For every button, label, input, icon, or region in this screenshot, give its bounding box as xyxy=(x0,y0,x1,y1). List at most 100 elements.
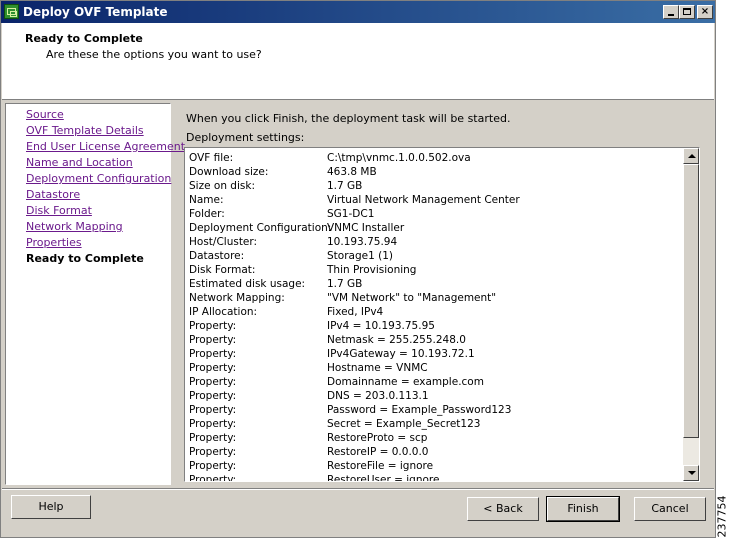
step-name-and-location[interactable]: Name and Location xyxy=(26,156,133,169)
setting-key: Network Mapping: xyxy=(189,292,285,304)
settings-row: Folder: SG1-DC1 xyxy=(189,207,681,221)
settings-row: Property: DNS = 203.0.113.1 xyxy=(189,389,681,403)
setting-key: Property: xyxy=(189,474,237,481)
setting-key: Datastore: xyxy=(189,250,245,262)
scroll-thumb[interactable] xyxy=(683,164,699,438)
setting-value: Hostname = VNMC xyxy=(327,362,428,374)
setting-key: Property: xyxy=(189,320,237,332)
settings-row: Property: IPv4 = 10.193.75.95 xyxy=(189,319,681,333)
setting-key: Estimated disk usage: xyxy=(189,278,306,290)
settings-row: Property: Password = Example_Password123 xyxy=(189,403,681,417)
settings-row: Property: RestoreIP = 0.0.0.0 xyxy=(189,445,681,459)
step-datastore[interactable]: Datastore xyxy=(26,188,80,201)
arrow-up-icon xyxy=(688,154,696,158)
step-ready-to-complete: Ready to Complete xyxy=(26,252,144,265)
setting-value: Secret = Example_Secret123 xyxy=(327,418,481,430)
step-source[interactable]: Source xyxy=(26,108,64,121)
setting-value: SG1-DC1 xyxy=(327,208,375,220)
setting-value: Password = Example_Password123 xyxy=(327,404,512,416)
settings-row: Property: Hostname = VNMC xyxy=(189,361,681,375)
vsphere-app-icon xyxy=(4,4,19,19)
settings-row: Download size: 463.8 MB xyxy=(189,165,681,179)
close-button[interactable]: × xyxy=(697,5,713,19)
settings-row: Name: Virtual Network Management Center xyxy=(189,193,681,207)
settings-row: Host/Cluster: 10.193.75.94 xyxy=(189,235,681,249)
setting-value: Virtual Network Management Center xyxy=(327,194,520,206)
page-title: Ready to Complete xyxy=(25,32,143,45)
setting-value: DNS = 203.0.113.1 xyxy=(327,390,429,402)
step-network-mapping[interactable]: Network Mapping xyxy=(26,220,123,233)
setting-key: Download size: xyxy=(189,166,269,178)
settings-rows: OVF file: C:\tmp\vnmc.1.0.0.502.ova Downlo… xyxy=(189,151,681,481)
setting-value: IPv4Gateway = 10.193.72.1 xyxy=(327,348,475,360)
settings-row: Disk Format: Thin Provisioning xyxy=(189,263,681,277)
minimize-icon xyxy=(668,14,674,16)
setting-key: Size on disk: xyxy=(189,180,255,192)
setting-key: Disk Format: xyxy=(189,264,256,276)
setting-key: Property: xyxy=(189,334,237,346)
back-button[interactable]: < Back xyxy=(467,497,539,521)
settings-row: OVF file: C:\tmp\vnmc.1.0.0.502.ova xyxy=(189,151,681,165)
setting-value: "VM Network" to "Management" xyxy=(327,292,497,304)
setting-key: Property: xyxy=(189,362,237,374)
scroll-up-button[interactable] xyxy=(683,148,699,164)
setting-value: 1.7 GB xyxy=(327,180,363,192)
setting-key: Property: xyxy=(189,418,237,430)
setting-value: 10.193.75.94 xyxy=(327,236,398,248)
setting-key: Name: xyxy=(189,194,224,206)
step-eula[interactable]: End User License Agreement xyxy=(26,140,185,153)
maximize-button[interactable] xyxy=(679,5,695,19)
finish-button[interactable]: Finish xyxy=(546,496,620,522)
vertical-scrollbar[interactable] xyxy=(683,148,699,481)
page-subtitle: Are these the options you want to use? xyxy=(46,48,262,61)
settings-row: Network Mapping: "VM Network" to "Managem… xyxy=(189,291,681,305)
close-icon: × xyxy=(700,6,710,17)
setting-value: Thin Provisioning xyxy=(327,264,417,276)
setting-key: Property: xyxy=(189,390,237,402)
setting-value: Domainname = example.com xyxy=(327,376,484,388)
settings-row: Property: Secret = Example_Secret123 xyxy=(189,417,681,431)
setting-value: Storage1 (1) xyxy=(327,250,393,262)
settings-row: Deployment Configuration: VNMC Installer xyxy=(189,221,681,235)
setting-key: Property: xyxy=(189,404,237,416)
step-ovf-template-details[interactable]: OVF Template Details xyxy=(26,124,144,137)
settings-row: Property: IPv4Gateway = 10.193.72.1 xyxy=(189,347,681,361)
settings-row: Size on disk: 1.7 GB xyxy=(189,179,681,193)
settings-row: Property: RestoreFile = ignore xyxy=(189,459,681,473)
setting-value: Netmask = 255.255.248.0 xyxy=(327,334,466,346)
setting-value: 463.8 MB xyxy=(327,166,377,178)
title-bar[interactable]: Deploy OVF Template × xyxy=(1,1,715,23)
cancel-button[interactable]: Cancel xyxy=(634,497,706,521)
footer-divider xyxy=(2,488,714,490)
settings-row: Estimated disk usage: 1.7 GB xyxy=(189,277,681,291)
setting-value: RestoreProto = scp xyxy=(327,432,428,444)
setting-key: Host/Cluster: xyxy=(189,236,258,248)
setting-value: VNMC Installer xyxy=(327,222,405,234)
step-deployment-configuration[interactable]: Deployment Configuration xyxy=(26,172,171,185)
settings-row: Property: Netmask = 255.255.248.0 xyxy=(189,333,681,347)
setting-key: Property: xyxy=(189,348,237,360)
step-properties[interactable]: Properties xyxy=(26,236,82,249)
setting-key: Deployment Configuration: xyxy=(189,222,332,234)
setting-value: RestoreUser = ignore xyxy=(327,474,440,481)
deployment-settings-list[interactable]: OVF file: C:\tmp\vnmc.1.0.0.502.ova Downlo… xyxy=(184,147,700,482)
deploy-ovf-window: Deploy OVF Template × Ready to Complete … xyxy=(0,0,716,538)
setting-key: Property: xyxy=(189,446,237,458)
setting-key: OVF file: xyxy=(189,152,234,164)
setting-value: RestoreFile = ignore xyxy=(327,460,434,472)
setting-key: Property: xyxy=(189,376,237,388)
setting-value: 1.7 GB xyxy=(327,278,363,290)
settings-row: Property: RestoreProto = scp xyxy=(189,431,681,445)
minimize-button[interactable] xyxy=(663,5,679,19)
setting-key: Property: xyxy=(189,432,237,444)
figure-id: 237754 xyxy=(715,495,729,538)
setting-value: IPv4 = 10.193.75.95 xyxy=(327,320,435,332)
wizard-header: Ready to Complete Are these the options … xyxy=(2,23,714,100)
scroll-down-button[interactable] xyxy=(683,465,699,481)
deployment-settings-label: Deployment settings: xyxy=(186,131,305,144)
help-button[interactable]: Help xyxy=(11,495,91,519)
settings-row: Datastore: Storage1 (1) xyxy=(189,249,681,263)
setting-key: IP Allocation: xyxy=(189,306,258,318)
step-disk-format[interactable]: Disk Format xyxy=(26,204,92,217)
wizard-steps-nav: Source OVF Template Details End User Lic… xyxy=(5,103,185,485)
